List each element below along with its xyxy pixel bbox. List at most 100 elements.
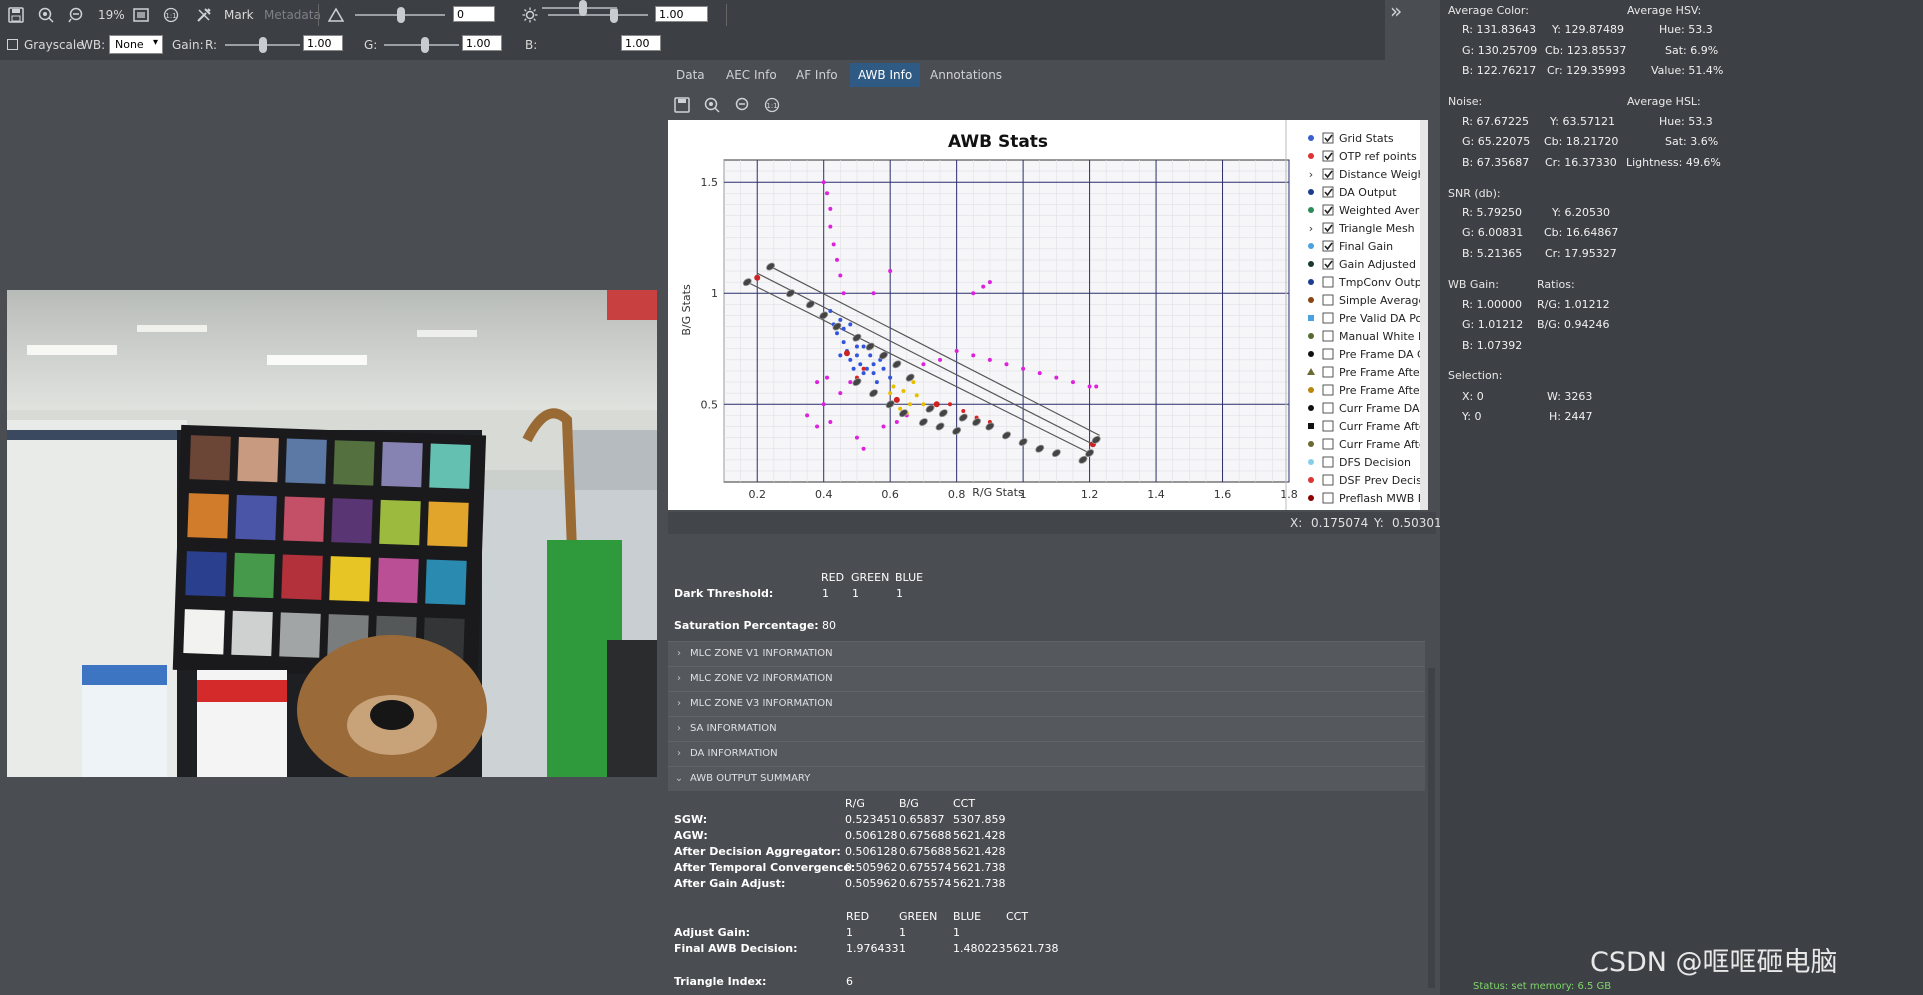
data-point	[987, 357, 992, 362]
actual-size-icon[interactable]: 1:1	[764, 97, 780, 113]
fit-window-icon[interactable]	[133, 6, 149, 24]
legend-checkbox[interactable]	[1322, 330, 1334, 342]
noise-g: G: 65.22075	[1462, 135, 1531, 148]
tab-awb-info[interactable]: AWB Info	[850, 63, 921, 87]
color-checker-patch	[379, 499, 421, 546]
legend-checkbox[interactable]	[1322, 294, 1334, 306]
legend-checkbox[interactable]	[1322, 456, 1334, 468]
data-point	[888, 375, 893, 380]
section-awb-output-summary[interactable]: ⌄ AWB OUTPUT SUMMARY	[668, 766, 1425, 791]
brightness-input[interactable]: 1.00	[655, 6, 708, 22]
legend-label: Preflash MWB F	[1339, 492, 1424, 505]
avg-color-y: Y: 129.87489	[1552, 23, 1624, 36]
grayscale-checkbox[interactable]	[7, 39, 18, 50]
noise-r: R: 67.67225	[1462, 115, 1529, 128]
actual-size-icon[interactable]: 1:1	[163, 6, 179, 24]
detail-scrollbar[interactable]	[1428, 668, 1435, 988]
data-point	[898, 406, 903, 411]
expand-panel-button[interactable]: »	[1390, 0, 1402, 23]
zoom-fit-icon[interactable]	[38, 6, 54, 24]
adjust-gain-red: 1	[846, 926, 853, 939]
tab-af-info[interactable]: AF Info	[788, 63, 846, 87]
wb-select[interactable]: None ▾	[109, 35, 163, 54]
legend-checkbox[interactable]	[1322, 348, 1334, 360]
avg-color-cb: Cb: 123.85537	[1545, 44, 1627, 57]
awb-stats-chart[interactable]: AWB Stats 0.2 0.4 0.6 0.8 1 1.2 1.4 1.6 1.8 0.5 1 1…	[668, 120, 1428, 510]
legend-checkbox[interactable]	[1322, 474, 1334, 486]
data-point	[987, 280, 992, 285]
legend-checkbox[interactable]	[1322, 366, 1334, 378]
legend-marker	[1308, 207, 1314, 213]
zoom-fit-icon[interactable]	[704, 97, 720, 113]
noise-b: B: 67.35687	[1462, 156, 1530, 169]
snr-b: B: 5.21365	[1462, 247, 1523, 260]
data-point	[843, 350, 850, 357]
legend-marker	[1307, 368, 1315, 375]
awb-detail-pane: RED GREEN BLUE Dark Threshold: 1 1 1 Sat…	[665, 550, 1428, 995]
zoom-out-icon[interactable]	[68, 6, 84, 24]
section-mlc-zone-v3[interactable]: › MLC ZONE V3 INFORMATION	[668, 691, 1425, 716]
data-point	[981, 284, 986, 289]
data-point	[848, 380, 853, 385]
tab-aec-info[interactable]: AEC Info	[718, 63, 785, 87]
zoom-out-icon[interactable]	[734, 97, 750, 113]
adjust-gain-label: Adjust Gain:	[674, 926, 751, 939]
snr-r: R: 5.79250	[1462, 206, 1522, 219]
image-preview[interactable]	[7, 290, 657, 777]
data-point	[838, 391, 843, 396]
gain-g-input[interactable]: 1.00	[462, 35, 502, 51]
x-tick-label: 1.4	[1147, 488, 1165, 501]
gain-b-slider[interactable]	[542, 0, 617, 16]
summary-row-rg: 0.505962	[845, 861, 898, 874]
gain-g-label: G:	[364, 38, 378, 52]
mark-button[interactable]: Mark	[224, 6, 254, 24]
tab-data[interactable]: Data	[668, 63, 713, 87]
data-point	[1094, 384, 1099, 389]
avg-hsv-title: Average HSV:	[1627, 4, 1702, 17]
data-point	[825, 375, 830, 380]
x-tick-label: 0.8	[948, 488, 966, 501]
legend-label: Gain Adjusted F	[1339, 258, 1426, 271]
avg-color-g: G: 130.25709	[1462, 44, 1538, 57]
section-da-information[interactable]: › DA INFORMATION	[668, 741, 1425, 766]
legend-checkbox[interactable]	[1322, 438, 1334, 450]
data-point	[1004, 362, 1009, 367]
gain-r-slider[interactable]	[225, 37, 300, 53]
data-point	[868, 353, 873, 358]
legend-checkbox[interactable]	[1322, 492, 1334, 504]
gain-b-input[interactable]: 1.00	[621, 35, 661, 51]
avg-color-title: Average Color:	[1448, 4, 1529, 17]
legend-checkbox[interactable]	[1322, 312, 1334, 324]
tools-icon[interactable]	[196, 6, 212, 24]
save-icon[interactable]	[8, 6, 24, 24]
gain-g-slider[interactable]	[384, 37, 459, 53]
snr-cb: Cb: 16.64867	[1544, 226, 1619, 239]
tab-annotations[interactable]: Annotations	[922, 63, 1010, 87]
chevron-down-icon: ▾	[152, 37, 158, 48]
legend-label: Simple Average	[1339, 294, 1425, 307]
data-point	[908, 402, 913, 407]
section-mlc-zone-v2[interactable]: › MLC ZONE V2 INFORMATION	[668, 666, 1425, 691]
gain-r-input[interactable]: 1.00	[303, 35, 343, 51]
selection-w: W: 3263	[1547, 390, 1593, 403]
contrast-input[interactable]: 0	[453, 6, 495, 22]
chevron-down-icon: ⌄	[674, 773, 684, 784]
metadata-button[interactable]: Metadata	[264, 6, 321, 24]
legend-label: DFS Decision	[1339, 456, 1411, 469]
legend-checkbox[interactable]	[1322, 402, 1334, 414]
section-mlc-zone-v1[interactable]: › MLC ZONE V1 INFORMATION	[668, 641, 1425, 666]
legend-checkbox[interactable]	[1322, 276, 1334, 288]
legend-checkbox[interactable]	[1322, 420, 1334, 432]
contrast-slider[interactable]	[355, 7, 445, 23]
save-icon[interactable]	[674, 97, 690, 113]
legend-marker	[1308, 387, 1314, 393]
snr-g: G: 6.00831	[1462, 226, 1524, 239]
legend-checkbox[interactable]	[1322, 384, 1334, 396]
legend-marker	[1308, 189, 1314, 195]
color-checker-patch	[279, 612, 321, 658]
noise-title: Noise:	[1448, 95, 1483, 108]
chevron-right-icon: ›	[1309, 168, 1313, 181]
section-label: AWB OUTPUT SUMMARY	[690, 773, 811, 784]
section-sa-information[interactable]: › SA INFORMATION	[668, 716, 1425, 741]
final-awb-red: 1.976433	[846, 942, 899, 955]
